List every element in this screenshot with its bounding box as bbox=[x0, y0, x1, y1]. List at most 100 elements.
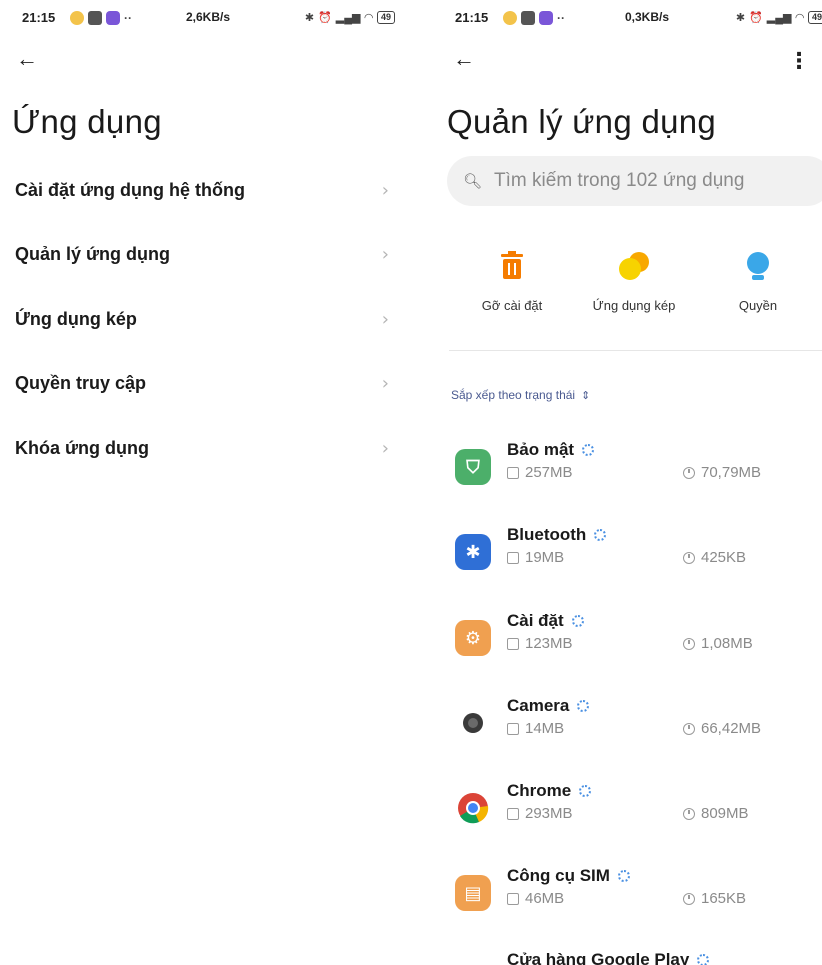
app-size-value: 257MB bbox=[525, 464, 573, 481]
app-size: 123MB bbox=[507, 635, 573, 652]
notification-icon bbox=[503, 11, 517, 25]
permissions-icon bbox=[703, 248, 813, 284]
chevron-right-icon: › bbox=[381, 372, 389, 394]
app-name: Camera bbox=[507, 696, 570, 715]
signal-icon: ▂▄▆ bbox=[335, 12, 361, 24]
dual-apps-button[interactable]: Ứng dụng kép bbox=[579, 248, 689, 313]
app-cache-value: 66,42MB bbox=[701, 720, 762, 737]
loading-icon bbox=[577, 700, 590, 712]
status-bar: 21:15 ·· 0,3KB/s ✱ ⏰ ▂▄▆ ◠ 49 bbox=[411, 10, 822, 30]
menu-item-manage-apps[interactable]: Quản lý ứng dụng › bbox=[15, 234, 389, 274]
page-title: Ứng dụng bbox=[12, 103, 162, 140]
bluetooth-icon: ✱ bbox=[304, 12, 315, 24]
chevron-right-icon: › bbox=[381, 308, 389, 330]
notification-icon bbox=[70, 11, 84, 25]
menu-item-label: Quyền truy cập bbox=[15, 372, 147, 393]
battery-icon: 49 bbox=[807, 11, 822, 24]
network-speed: 0,3KB/s bbox=[625, 10, 670, 24]
app-row-chrome[interactable]: Chrome 293MB 809MB bbox=[451, 781, 822, 841]
sort-label: Sắp xếp theo trạng thái bbox=[451, 388, 576, 402]
cache-icon bbox=[683, 892, 695, 905]
back-arrow-icon[interactable]: ← bbox=[453, 46, 475, 72]
app-row-bluetooth[interactable]: ✱ Bluetooth 19MB 425KB bbox=[451, 525, 822, 585]
cache-icon bbox=[683, 551, 695, 564]
app-cache: 1,08MB bbox=[683, 635, 753, 652]
app-name: Chrome bbox=[507, 781, 572, 800]
app-row-sim-toolkit[interactable]: ▤ Công cụ SIM 46MB 165KB bbox=[451, 866, 822, 926]
notification-icon bbox=[521, 11, 535, 25]
menu-item-system-app-settings[interactable]: Cài đặt ứng dụng hệ thống › bbox=[15, 170, 389, 210]
notification-icon bbox=[539, 11, 553, 25]
menu-item-label: Ứng dụng kép bbox=[15, 308, 137, 329]
loading-icon bbox=[582, 444, 595, 456]
app-size-value: 19MB bbox=[525, 549, 565, 566]
app-name-row: Bluetooth bbox=[507, 525, 607, 545]
app-settings-screen: 21:15 ·· 2,6KB/s ✱ ⏰ ▂▄▆ ◠ 49 ← Ứng dụng… bbox=[0, 0, 411, 965]
page-title: Quản lý ứng dụng bbox=[447, 103, 717, 140]
menu-item-dual-apps[interactable]: Ứng dụng kép › bbox=[15, 299, 389, 339]
app-row-settings[interactable]: ⚙ Cài đặt 123MB 1,08MB bbox=[451, 611, 822, 671]
app-name: Công cụ SIM bbox=[507, 866, 610, 885]
menu-item-label: Cài đặt ứng dụng hệ thống bbox=[15, 179, 246, 200]
notification-icon bbox=[88, 11, 102, 25]
network-speed: 2,6KB/s bbox=[186, 10, 231, 24]
app-name: Bluetooth bbox=[507, 525, 587, 544]
uninstall-button[interactable]: Gỡ cài đặt bbox=[457, 248, 567, 313]
divider bbox=[449, 350, 822, 351]
cache-icon bbox=[683, 466, 695, 479]
loading-icon bbox=[697, 954, 710, 965]
system-icons: ✱ ⏰ ▂▄▆ ◠ 49 bbox=[736, 11, 822, 24]
notification-icons: ·· bbox=[70, 11, 132, 25]
wifi-icon: ◠ bbox=[795, 12, 804, 24]
app-row-camera[interactable]: Camera 14MB 66,42MB bbox=[451, 696, 822, 756]
menu-item-permissions[interactable]: Quyền truy cập › bbox=[15, 363, 389, 403]
sort-dropdown[interactable]: Sắp xếp theo trạng thái ⇕ bbox=[451, 388, 590, 402]
app-size: 293MB bbox=[507, 805, 573, 822]
chevron-right-icon: › bbox=[381, 179, 389, 201]
loading-icon bbox=[594, 529, 607, 541]
app-size-value: 46MB bbox=[525, 890, 565, 907]
app-size: 46MB bbox=[507, 890, 564, 907]
app-name-row: Bảo mật bbox=[507, 440, 595, 460]
app-size-value: 293MB bbox=[525, 805, 573, 822]
play-store-app-icon bbox=[455, 959, 491, 965]
loading-icon bbox=[579, 785, 592, 797]
chevron-right-icon: › bbox=[381, 437, 389, 459]
storage-icon bbox=[507, 466, 519, 479]
more-options-icon[interactable]: ⋮ bbox=[788, 48, 810, 74]
storage-icon bbox=[507, 551, 519, 564]
chrome-app-icon bbox=[455, 790, 491, 826]
action-label: Quyền bbox=[738, 298, 778, 313]
sort-toggle-icon: ⇕ bbox=[581, 388, 591, 402]
bluetooth-icon: ✱ bbox=[735, 12, 746, 24]
search-input[interactable]: 🔍︎ Tìm kiếm trong 102 ứng dụng bbox=[447, 156, 822, 206]
app-name-row: Cài đặt bbox=[507, 611, 584, 631]
app-row-play-store[interactable]: Cửa hàng Google Play bbox=[451, 950, 822, 965]
app-name-row: Công cụ SIM bbox=[507, 866, 630, 886]
storage-icon bbox=[507, 892, 519, 905]
signal-icon: ▂▄▆ bbox=[766, 12, 792, 24]
app-size-value: 14MB bbox=[525, 720, 565, 737]
loading-icon bbox=[571, 615, 584, 627]
app-cache-value: 70,79MB bbox=[701, 464, 762, 481]
app-name-row: Chrome bbox=[507, 781, 592, 801]
back-arrow-icon[interactable]: ← bbox=[16, 46, 38, 72]
menu-item-label: Quản lý ứng dụng bbox=[15, 243, 171, 264]
status-bar: 21:15 ·· 2,6KB/s ✱ ⏰ ▂▄▆ ◠ 49 bbox=[0, 10, 411, 30]
app-size: 19MB bbox=[507, 549, 564, 566]
app-size: 14MB bbox=[507, 720, 564, 737]
dual-apps-icon bbox=[579, 248, 689, 284]
app-cache: 425KB bbox=[683, 549, 746, 566]
alarm-icon: ⏰ bbox=[749, 12, 763, 24]
wifi-icon: ◠ bbox=[364, 12, 373, 24]
app-row-security[interactable]: ⛉ Bảo mật 257MB 70,79MB bbox=[451, 440, 822, 500]
cache-icon bbox=[683, 722, 695, 735]
action-label: Ứng dụng kép bbox=[592, 298, 676, 313]
app-name: Bảo mật bbox=[507, 440, 575, 459]
permissions-button[interactable]: Quyền bbox=[703, 248, 813, 313]
status-time: 21:15 bbox=[455, 10, 489, 25]
menu-item-app-lock[interactable]: Khóa ứng dụng › bbox=[15, 428, 389, 468]
app-cache-value: 1,08MB bbox=[701, 635, 753, 652]
trash-icon bbox=[457, 248, 567, 284]
cache-icon bbox=[683, 807, 695, 820]
